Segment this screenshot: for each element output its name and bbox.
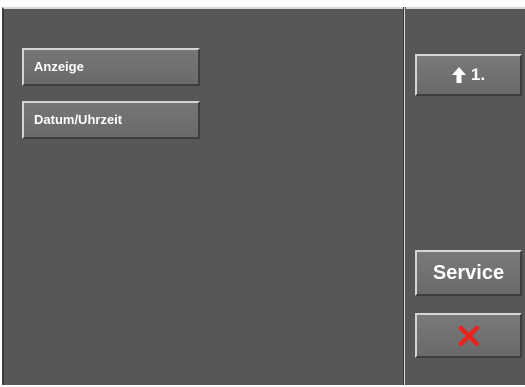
service-label: Service <box>432 261 505 284</box>
service-button[interactable]: Service <box>415 250 522 296</box>
menu-button-label: Anzeige <box>34 59 84 74</box>
close-button[interactable] <box>415 313 522 358</box>
up-level-button[interactable]: 1. <box>415 54 522 96</box>
menu-button-anzeige[interactable]: Anzeige <box>22 48 200 86</box>
screen: Anzeige Datum/Uhrzeit 1. Service <box>0 0 525 387</box>
close-icon <box>458 325 479 346</box>
menu-button-label: Datum/Uhrzeit <box>34 112 123 127</box>
arrow-up-icon <box>451 67 466 83</box>
up-level-label: 1. <box>470 65 486 84</box>
menu-button-datum-uhrzeit[interactable]: Datum/Uhrzeit <box>22 101 200 139</box>
